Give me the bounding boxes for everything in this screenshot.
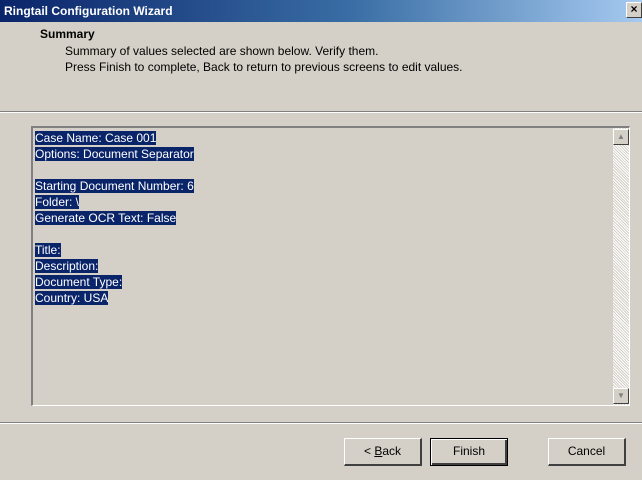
page-description-line-2: Press Finish to complete, Back to return…: [65, 60, 463, 74]
summary-line: Generate OCR Text: False: [35, 211, 177, 225]
close-icon: ×: [630, 2, 638, 16]
summary-line: Title:: [35, 243, 61, 257]
summary-line: Options: Document Separator: [35, 147, 194, 161]
back-button[interactable]: < Back: [344, 438, 422, 466]
summary-line: [35, 226, 194, 242]
vertical-scrollbar[interactable]: ▲ ▼: [613, 128, 629, 405]
summary-line: Country: USA: [35, 291, 109, 305]
close-button[interactable]: ×: [626, 2, 642, 18]
summary-line: Starting Document Number: 6: [35, 179, 194, 193]
scroll-up-button[interactable]: ▲: [613, 129, 629, 145]
window-title: Ringtail Configuration Wizard: [4, 4, 173, 18]
summary-line: Description:: [35, 259, 99, 273]
summary-content: Case Name: Case 001 Options: Document Se…: [35, 130, 194, 306]
header-divider: [0, 111, 642, 113]
chevron-down-icon: ▼: [617, 391, 625, 400]
summary-line: Case Name: Case 001: [35, 131, 157, 145]
summary-line: Document Type:: [35, 275, 123, 289]
page-title: Summary: [40, 27, 95, 41]
cancel-button[interactable]: Cancel: [548, 438, 626, 466]
summary-line: Folder: \: [35, 195, 80, 209]
finish-button[interactable]: Finish: [430, 438, 508, 466]
footer-divider: [0, 422, 642, 424]
summary-text-box[interactable]: Case Name: Case 001 Options: Document Se…: [31, 126, 630, 406]
summary-line: [35, 162, 194, 178]
chevron-up-icon: ▲: [617, 132, 625, 141]
page-description-line-1: Summary of values selected are shown bel…: [65, 44, 379, 58]
title-bar[interactable]: Ringtail Configuration Wizard ×: [0, 0, 642, 22]
scroll-down-button[interactable]: ▼: [613, 388, 629, 404]
wizard-window: Ringtail Configuration Wizard × Summary …: [0, 0, 642, 480]
